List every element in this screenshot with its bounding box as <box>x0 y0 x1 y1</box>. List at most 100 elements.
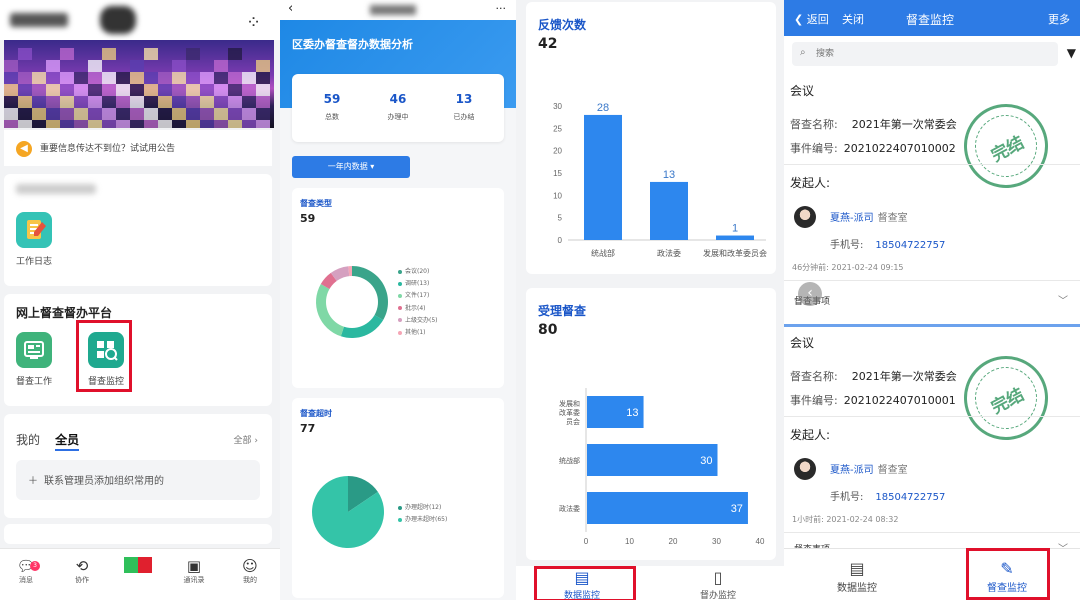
more-button[interactable]: 更多 <box>1048 11 1070 27</box>
tab-all-staff[interactable]: 全员 <box>55 433 80 451</box>
banner-image[interactable] <box>4 40 274 128</box>
tab-collab[interactable]: ⟲ 协作 <box>62 557 102 585</box>
filter-icon[interactable]: ▼ <box>1067 46 1076 60</box>
close-button[interactable]: 关闭 <box>842 11 864 27</box>
workbench-screen: ⁘ ◀ 重要信息传达不到位？试试用公告 工作日志 网上督查督办平台 督查工作 督… <box>0 0 280 600</box>
supervise-monitor-icon: ✎ <box>1000 559 1014 578</box>
donut-hole <box>326 276 378 328</box>
x-tick-label: 20 <box>669 537 678 546</box>
x-tick-label: 政法委 <box>657 248 681 258</box>
notice-text: 重要信息传达不到位？试试用公告 <box>40 144 176 154</box>
tab-workbench[interactable] <box>118 557 158 575</box>
view-all-link[interactable]: 全部 › <box>234 433 258 446</box>
record-time: 46分钟前: 2021-02-24 09:15 <box>792 263 904 272</box>
tab-data-monitor[interactable]: ▤ 数据监控 <box>542 568 622 600</box>
phone-link[interactable]: 18504722757 <box>875 240 945 251</box>
search-box[interactable]: ⌕ <box>792 42 1058 66</box>
overtime-chart-card: 督查超时 77 办理超时(12) 办理未超时(65) <box>292 398 504 598</box>
header-bar: ⁘ <box>0 0 280 40</box>
back-arrow-icon[interactable]: ‹ <box>288 1 293 16</box>
overtime-pie-chart <box>312 476 384 548</box>
collab-icon: ⟲ <box>75 557 89 575</box>
x-tick-label: 统战部 <box>591 248 615 258</box>
search-input[interactable] <box>816 46 1016 62</box>
y-tick-label: 改革委 <box>559 408 580 417</box>
tab-supervise-monitor[interactable]: ▯ 督办监控 <box>678 568 758 600</box>
scroll-back-button[interactable]: ‹ <box>798 282 822 306</box>
y-tick-label: 15 <box>553 169 562 178</box>
legend-item: 会议(20) <box>398 266 438 278</box>
legend-item: 批示(4) <box>398 303 438 315</box>
legend-item: 办理未超时(65) <box>398 514 447 526</box>
bar-charts-screen: 反馈次数 42 0 5 10 15 20 25 30 28 统战部 13 政法委 1 发展和改革委员会 … <box>516 0 784 600</box>
y-tick-label: 25 <box>553 124 562 133</box>
org-name[interactable] <box>10 13 68 27</box>
initiator-name[interactable]: 夏燕-派司 督查室 <box>830 461 908 476</box>
more-icon[interactable]: ··· <box>496 2 507 15</box>
app-work-log[interactable]: 工作日志 <box>14 212 54 267</box>
stat-completed[interactable]: 13 已办结 <box>434 92 494 122</box>
tab-data-monitor[interactable]: ▤ 数据监控 <box>812 559 902 594</box>
app-supervise-work[interactable]: 督查工作 <box>14 332 54 387</box>
stat-in-progress[interactable]: 46 办理中 <box>368 92 428 122</box>
y-tick-label: 统战部 <box>559 456 580 465</box>
accept-hbar-chart: 0 10 20 30 40 13 发展和改革委员会 30 统战部 37 政法委 <box>559 388 765 546</box>
apps-grid-icon[interactable]: ⁘ <box>246 12 261 33</box>
top-bar: ‹ ··· <box>280 0 516 20</box>
page-title: 督查监控 <box>906 13 955 27</box>
record-code: 事件编号: 2021022407010002 <box>790 142 956 155</box>
record-card[interactable]: 会议 督查名称: 2021年第一次常委会 事件编号: 202102240701000… <box>784 326 1080 555</box>
app-supervise-monitor[interactable]: 督查监控 <box>86 332 126 387</box>
period-select[interactable]: 一年内数据 ▾ <box>292 156 410 178</box>
stat-total[interactable]: 59 总数 <box>302 92 362 122</box>
add-org-button[interactable]: ＋联系管理员添加组织常用的 <box>16 460 260 500</box>
data-label: 13 <box>663 169 675 181</box>
main-tabbar: 💬︎ 消息 3 ⟲ 协作 ▣ 通讯录 ☺ 我的 <box>0 548 280 600</box>
bar <box>584 114 622 240</box>
app-label: 督查监控 <box>87 377 124 387</box>
tab-mine[interactable]: 我的 <box>16 433 40 447</box>
megaphone-icon: ◀ <box>16 141 32 157</box>
bar <box>587 492 748 524</box>
data-label: 13 <box>626 407 638 419</box>
notice-bar[interactable]: ◀ 重要信息传达不到位？试试用公告 <box>4 130 272 166</box>
bar <box>716 235 754 240</box>
supervise-monitor-icon: ▯ <box>713 568 723 587</box>
nav-bar: ❮ 返回 关闭 督查监控 更多 <box>784 0 1080 36</box>
record-card[interactable]: 会议 督查名称: 2021年第一次常委会 事件编号: 202102240701000… <box>784 72 1080 322</box>
overtime-legend: 办理超时(12) 办理未超时(65) <box>398 502 447 526</box>
back-button[interactable]: ❮ 返回 <box>794 11 829 27</box>
phone-row: 手机号: 18504722757 <box>830 492 946 503</box>
data-label: 30 <box>700 455 712 467</box>
member-tabs: 我的 全员 <box>16 429 89 451</box>
tab-profile[interactable]: ☺ 我的 <box>230 557 270 585</box>
avatar[interactable] <box>100 6 136 34</box>
record-name: 督查名称: 2021年第一次常委会 <box>790 118 957 131</box>
phone-link[interactable]: 18504722757 <box>875 492 945 503</box>
y-tick-label: 0 <box>558 236 563 245</box>
bottom-tabbar: ▤ 数据监控 ✎ 督查监控 <box>784 548 1080 600</box>
chevron-down-icon[interactable]: ﹀ <box>1058 292 1068 307</box>
x-tick-label: 0 <box>584 537 589 546</box>
tab-supervise-monitor[interactable]: ✎ 督查监控 <box>962 559 1052 594</box>
message-icon: 💬︎ <box>16 557 36 575</box>
y-tick-label: 10 <box>553 191 562 200</box>
supervise-work-icon <box>16 332 52 368</box>
app-label: 督查工作 <box>15 377 52 387</box>
initiator-name[interactable]: 夏燕-派司 督查室 <box>830 209 908 224</box>
bar <box>650 181 688 240</box>
tab-contacts[interactable]: ▣ 通讯录 <box>174 557 214 585</box>
legend-item: 上级交办(5) <box>398 315 438 327</box>
initiator-label: 发起人: <box>790 428 831 442</box>
data-monitor-icon: ▤ <box>574 568 590 587</box>
common-apps-card: 工作日志 <box>4 174 272 286</box>
tab-message[interactable]: 💬︎ 消息 3 <box>6 557 46 585</box>
avatar <box>794 206 816 228</box>
legend-item: 文件(17) <box>398 290 438 302</box>
x-tick-label: 40 <box>756 537 765 546</box>
supervise-monitor-screen: ❮ 返回 关闭 督查监控 更多 ⌕ ▼ 会议 督查名称:2021年第一次常委会 … <box>784 0 1080 600</box>
legend-item: 其他(1) <box>398 327 438 339</box>
completed-stamp: 完结 <box>949 341 1063 455</box>
legend-item: 调研(13) <box>398 278 438 290</box>
x-tick-label: 发展和改革委员会 <box>703 248 767 258</box>
